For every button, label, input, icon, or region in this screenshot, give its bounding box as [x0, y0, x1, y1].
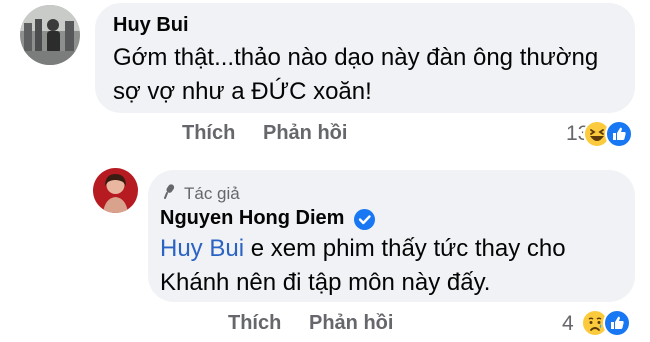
comment-text-line: sợ vợ như a ĐỨC xoăn! — [113, 78, 372, 105]
reply-text-line: Huy Bui e xem phim thấy tức thay cho — [160, 232, 566, 266]
reaction-count[interactable]: 4 — [562, 312, 574, 336]
mention-link[interactable]: Huy Bui — [160, 235, 244, 262]
like-action[interactable]: Thích — [228, 312, 281, 335]
comment-author-name[interactable]: Huy Bui — [113, 14, 189, 37]
reply-author-name[interactable]: Nguyen Hong Diem — [160, 207, 344, 230]
like-icon[interactable] — [605, 120, 633, 148]
reply-text-rest: e xem phim thấy tức thay cho — [244, 235, 566, 262]
verified-icon — [354, 209, 375, 230]
like-action[interactable]: Thích — [182, 122, 235, 145]
author-badge: Tác giả — [164, 183, 240, 204]
reply-action[interactable]: Phản hồi — [263, 122, 347, 145]
like-icon[interactable] — [603, 309, 631, 337]
avatar-nguyen-hong-diem[interactable] — [93, 168, 138, 213]
reply-action[interactable]: Phản hồi — [309, 312, 393, 335]
author-badge-label: Tác giả — [184, 183, 240, 203]
microphone-icon — [164, 183, 178, 204]
comment-text-line: Gớm thật...thảo nào dạo này đàn ông thườ… — [113, 44, 599, 71]
reply-text-line: Khánh nên đi tập môn này đấy. — [160, 269, 491, 296]
avatar-huy-bui[interactable] — [20, 5, 80, 65]
